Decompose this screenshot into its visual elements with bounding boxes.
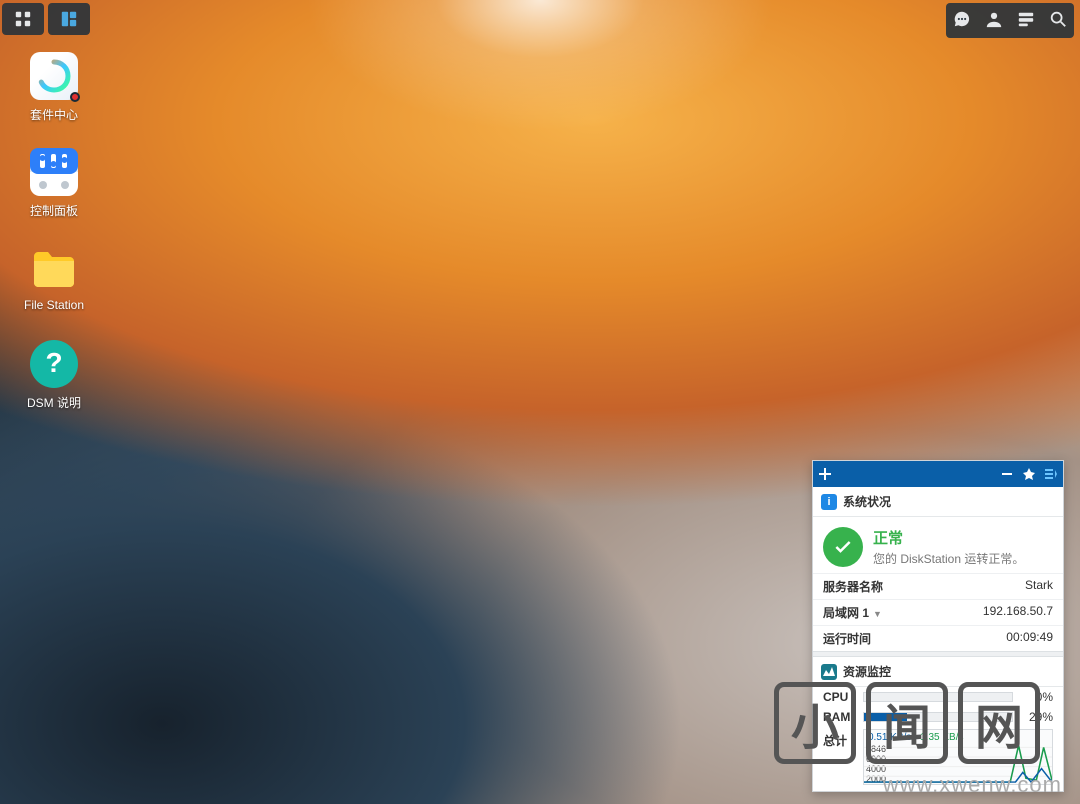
status-label: 正常 [873, 527, 1024, 548]
file-station-shortcut[interactable]: File Station [14, 244, 94, 312]
lan-row[interactable]: 局域网 1▼ 192.168.50.7 [813, 599, 1063, 625]
taskbar [0, 0, 1080, 38]
collapse-icon[interactable] [1045, 468, 1057, 480]
uptime-row: 运行时间 00:09:49 [813, 625, 1063, 651]
cpu-percent: 0% [1019, 690, 1053, 704]
icon-label: DSM 说明 [14, 394, 94, 411]
network-row: 总计 0.51 KB/s 1.35 KB/s 7846 6000 4000 20… [813, 727, 1063, 791]
chat-icon [953, 10, 971, 28]
cpu-bar [863, 692, 1013, 702]
info-icon: i [821, 494, 837, 510]
desktop: 套件中心 控制面板 File Station ? DSM 说明 [0, 0, 1080, 804]
system-widget-panel: i 系统状况 正常 您的 DiskStation 运转正常。 服务器名称 Sta… [812, 460, 1064, 792]
svg-text:?: ? [45, 347, 62, 378]
help-icon: ? [30, 340, 78, 388]
icon-label: 套件中心 [14, 106, 94, 123]
user-icon [985, 10, 1003, 28]
status-block: 正常 您的 DiskStation 运转正常。 [813, 517, 1063, 573]
package-center-shortcut[interactable]: 套件中心 [14, 52, 94, 123]
dashboard-icon [60, 10, 78, 28]
widget-header[interactable] [813, 461, 1063, 487]
icon-label: 控制面板 [14, 202, 94, 219]
folder-icon [30, 244, 78, 292]
dsm-help-shortcut[interactable]: ? DSM 说明 [14, 340, 94, 411]
status-ok-icon [823, 527, 863, 567]
uptime-value: 00:09:49 [1006, 630, 1053, 647]
user-button[interactable] [978, 3, 1010, 35]
chevron-down-icon: ▼ [873, 609, 882, 619]
chat-button[interactable] [946, 3, 978, 35]
search-icon [1049, 10, 1067, 28]
ram-row: RAM 29% [813, 707, 1063, 727]
search-button[interactable] [1042, 3, 1074, 35]
grid-icon [14, 10, 32, 28]
minimize-icon[interactable] [1001, 468, 1013, 480]
dashboard-button[interactable] [48, 3, 90, 35]
system-status-header[interactable]: i 系统状况 [813, 487, 1063, 517]
monitor-icon [821, 664, 837, 680]
cpu-row: CPU 0% [813, 687, 1063, 707]
notification-badge [70, 92, 80, 102]
widgets-icon [1017, 10, 1035, 28]
ram-bar [863, 712, 1013, 722]
resource-monitor-header[interactable]: 资源监控 [813, 657, 1063, 687]
icon-label: File Station [14, 298, 94, 312]
server-name-value: Stark [1025, 578, 1053, 595]
status-description: 您的 DiskStation 运转正常。 [873, 550, 1024, 567]
ram-percent: 29% [1019, 710, 1053, 724]
network-graph: 0.51 KB/s 1.35 KB/s 7846 6000 4000 2000 [863, 729, 1053, 785]
add-widget-icon[interactable] [819, 468, 831, 480]
pin-icon[interactable] [1023, 468, 1035, 480]
section-title-text: 资源监控 [843, 663, 891, 680]
section-title-text: 系统状况 [843, 493, 891, 510]
widgets-button[interactable] [1010, 3, 1042, 35]
control-panel-icon [30, 148, 78, 196]
control-panel-shortcut[interactable]: 控制面板 [14, 148, 94, 219]
lan-ip-value: 192.168.50.7 [983, 604, 1053, 621]
apps-grid-button[interactable] [2, 3, 44, 35]
server-name-row: 服务器名称 Stark [813, 573, 1063, 599]
